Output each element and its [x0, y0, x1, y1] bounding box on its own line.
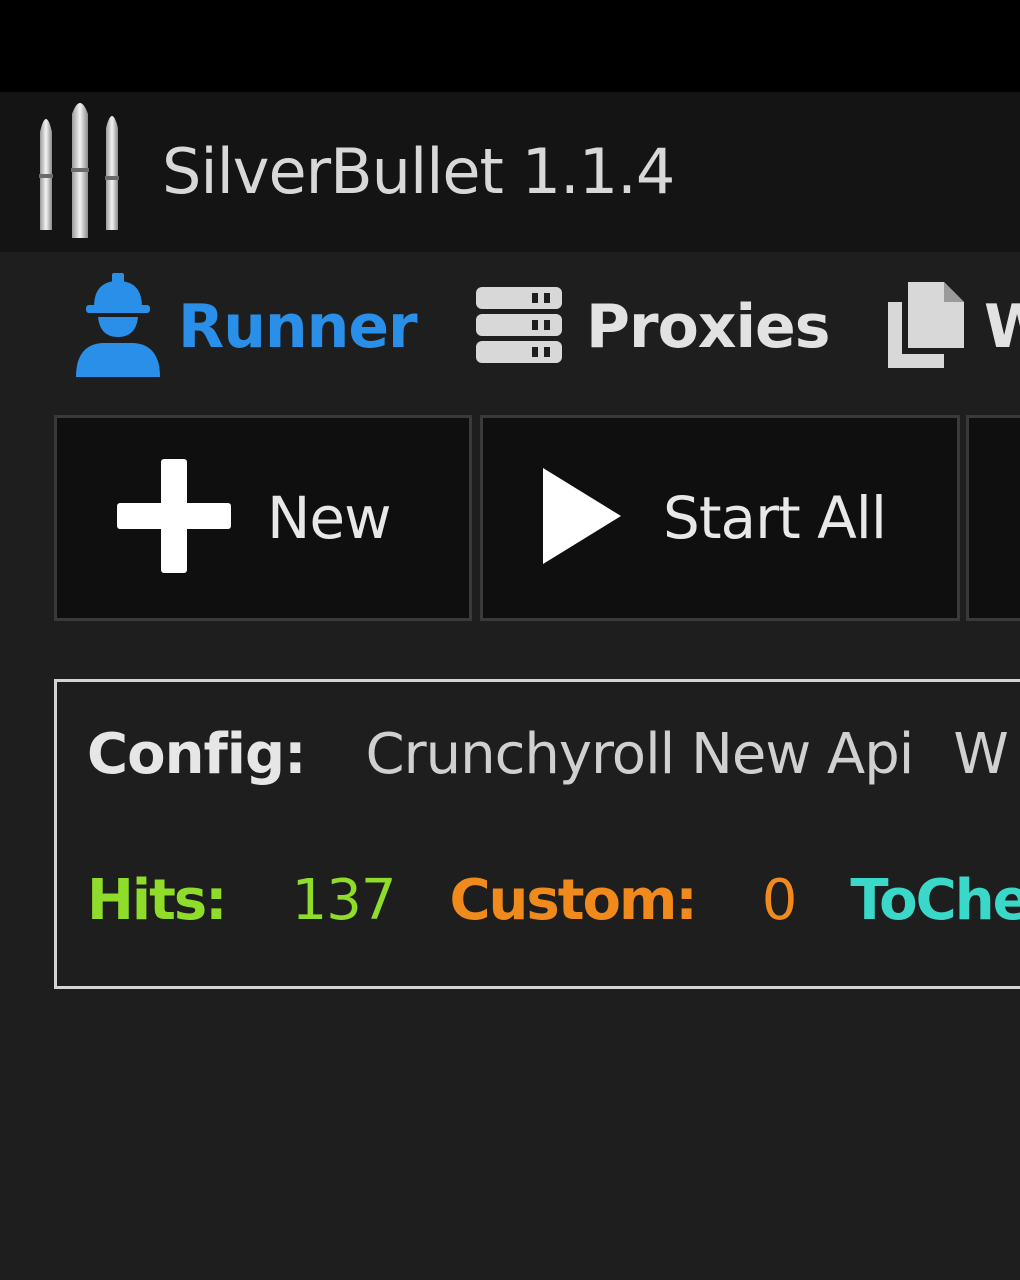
start-all-button[interactable]: Start All: [480, 415, 960, 621]
app-title: SilverBullet 1.1.4: [162, 135, 675, 208]
runner-instance-panel[interactable]: Config: Crunchyroll New Api W Hits: 137 Cust…: [54, 679, 1020, 989]
config-row: Config: Crunchyroll New Api W: [87, 722, 1009, 787]
plus-icon: [117, 459, 231, 577]
nav-item-runner-label: Runner: [178, 292, 418, 362]
hits-label: Hits:: [87, 868, 228, 933]
start-all-button-label: Start All: [663, 484, 887, 552]
nav-item-runner[interactable]: Runner: [72, 262, 418, 392]
server-icon: [474, 285, 564, 369]
documents-icon: [886, 280, 966, 374]
main-nav: Runner Proxies W: [0, 262, 1020, 392]
custom-label: Custom:: [449, 868, 697, 933]
config-next-label: W: [953, 722, 1009, 787]
config-label: Config:: [87, 722, 306, 787]
bullets-logo-icon: [34, 98, 134, 250]
nav-item-proxies-label: Proxies: [586, 292, 830, 362]
custom-value: 0: [761, 868, 798, 933]
title-bar: SilverBullet 1.1.4: [0, 92, 1020, 252]
play-icon: [539, 466, 623, 570]
tocheck-label: ToChe: [850, 868, 1020, 933]
nav-item-proxies[interactable]: Proxies: [474, 262, 830, 392]
hits-value: 137: [291, 868, 397, 933]
new-button-label: New: [267, 484, 392, 552]
new-button[interactable]: New: [54, 415, 472, 621]
worker-icon: [72, 273, 164, 381]
nav-item-w-label: W: [984, 292, 1020, 362]
stats-row: Hits: 137 Custom: 0 ToChe: [87, 868, 1020, 933]
top-band: [0, 0, 1020, 92]
config-value: Crunchyroll New Api: [365, 722, 914, 787]
toolbar-button-partial[interactable]: [966, 415, 1020, 621]
nav-item-w[interactable]: W: [886, 262, 1020, 392]
